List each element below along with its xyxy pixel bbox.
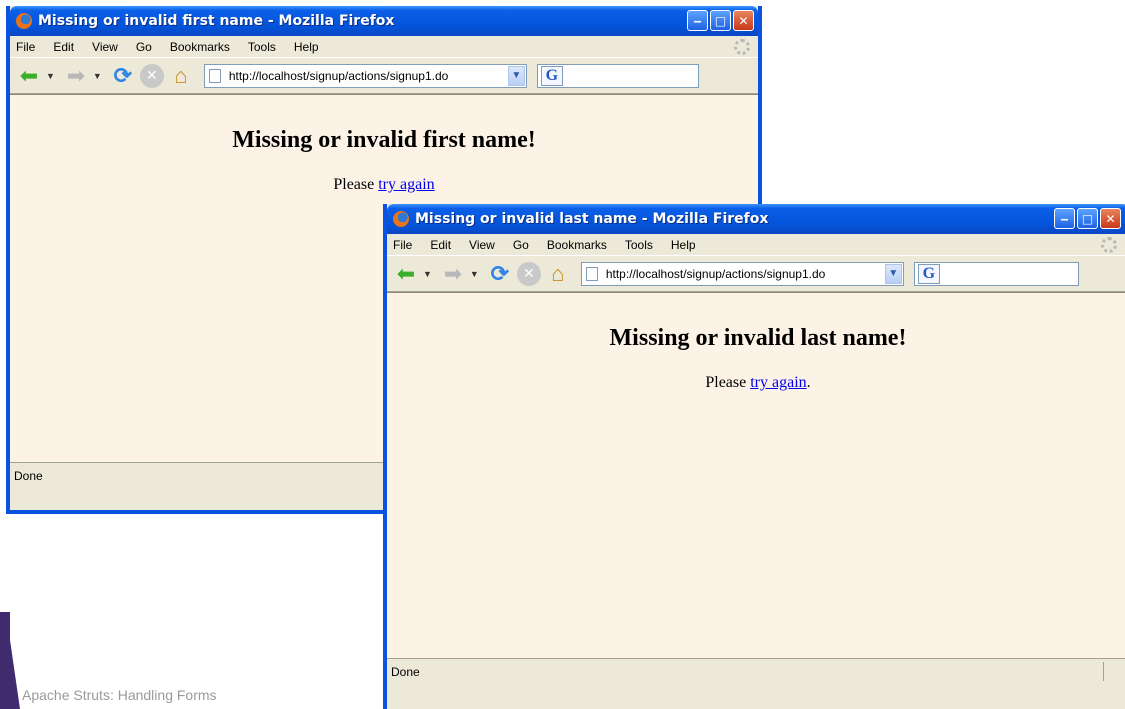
firefox-icon bbox=[393, 211, 409, 227]
status-text: Done bbox=[391, 664, 420, 679]
close-button[interactable]: ✕ bbox=[733, 10, 754, 31]
menu-file[interactable]: File bbox=[16, 40, 35, 54]
home-icon[interactable]: ⌂ bbox=[545, 261, 571, 287]
url-field[interactable]: http://localhost/signup/actions/signup1.… bbox=[580, 261, 904, 286]
menu-help[interactable]: Help bbox=[671, 238, 696, 252]
menu-edit[interactable]: Edit bbox=[430, 238, 451, 252]
menu-tools[interactable]: Tools bbox=[625, 238, 653, 252]
menu-help[interactable]: Help bbox=[294, 40, 319, 54]
search-field[interactable]: G bbox=[536, 63, 699, 88]
menu-file[interactable]: File bbox=[393, 238, 412, 252]
reload-icon[interactable]: ⟳ bbox=[487, 261, 513, 287]
forward-arrow-icon[interactable]: ➡ bbox=[440, 261, 466, 287]
try-again-link[interactable]: try again bbox=[378, 176, 434, 193]
google-icon[interactable]: G bbox=[540, 65, 563, 86]
slide-footer: Apache Struts: Handling Forms bbox=[22, 687, 217, 703]
page-icon bbox=[208, 68, 221, 83]
page-content: Missing or invalid last name! Please try… bbox=[387, 292, 1125, 658]
page-icon bbox=[585, 266, 598, 281]
menu-bar: File Edit View Go Bookmarks Tools Help bbox=[387, 234, 1125, 256]
minimize-button[interactable]: ‒ bbox=[1054, 208, 1075, 229]
retry-message: Please try again. bbox=[705, 374, 811, 391]
menu-bar: File Edit View Go Bookmarks Tools Help bbox=[10, 36, 758, 58]
menu-view[interactable]: View bbox=[469, 238, 495, 252]
back-arrow-icon[interactable]: ⬅ bbox=[393, 261, 419, 287]
forward-dropdown[interactable]: ▼ bbox=[470, 269, 479, 279]
search-field[interactable]: G bbox=[913, 261, 1079, 286]
back-dropdown[interactable]: ▼ bbox=[46, 71, 55, 81]
maximize-button[interactable]: □ bbox=[710, 10, 731, 31]
browser-window-last-name: Missing or invalid last name - Mozilla F… bbox=[383, 204, 1125, 709]
minimize-button[interactable]: ‒ bbox=[687, 10, 708, 31]
reload-icon[interactable]: ⟳ bbox=[110, 63, 136, 89]
url-text: http://localhost/signup/actions/signup1.… bbox=[605, 266, 826, 281]
forward-arrow-icon[interactable]: ➡ bbox=[63, 63, 89, 89]
resize-grip[interactable] bbox=[1103, 662, 1121, 681]
stop-icon[interactable]: ✕ bbox=[139, 63, 164, 88]
retry-message: Please try again bbox=[333, 176, 435, 193]
try-again-link[interactable]: try again bbox=[750, 374, 806, 391]
menu-go[interactable]: Go bbox=[513, 238, 529, 252]
google-icon[interactable]: G bbox=[917, 263, 940, 284]
window-title: Missing or invalid first name - Mozilla … bbox=[38, 13, 395, 29]
url-text: http://localhost/signup/actions/signup1.… bbox=[228, 68, 449, 83]
menu-edit[interactable]: Edit bbox=[53, 40, 74, 54]
navigation-toolbar: ⬅ ▼ ➡ ▼ ⟳ ✕ ⌂ http://localhost/signup/ac… bbox=[10, 58, 758, 94]
menu-bookmarks[interactable]: Bookmarks bbox=[170, 40, 230, 54]
url-dropdown[interactable]: ▼ bbox=[884, 263, 902, 284]
maximize-button[interactable]: □ bbox=[1077, 208, 1098, 229]
url-dropdown[interactable]: ▼ bbox=[507, 65, 525, 86]
menu-view[interactable]: View bbox=[92, 40, 118, 54]
forward-dropdown[interactable]: ▼ bbox=[93, 71, 102, 81]
status-bar: Done bbox=[387, 658, 1125, 684]
status-text: Done bbox=[14, 468, 43, 483]
home-icon[interactable]: ⌂ bbox=[168, 63, 194, 89]
url-field[interactable]: http://localhost/signup/actions/signup1.… bbox=[203, 63, 527, 88]
firefox-icon bbox=[16, 13, 32, 29]
menu-go[interactable]: Go bbox=[136, 40, 152, 54]
menu-tools[interactable]: Tools bbox=[248, 40, 276, 54]
menu-bookmarks[interactable]: Bookmarks bbox=[547, 238, 607, 252]
throbber-icon bbox=[1101, 237, 1117, 253]
throbber-icon bbox=[734, 39, 750, 55]
slide-accent-shape bbox=[0, 612, 20, 709]
close-button[interactable]: ✕ bbox=[1100, 208, 1121, 229]
back-dropdown[interactable]: ▼ bbox=[423, 269, 432, 279]
error-heading: Missing or invalid last name! bbox=[609, 325, 907, 351]
navigation-toolbar: ⬅ ▼ ➡ ▼ ⟳ ✕ ⌂ http://localhost/signup/ac… bbox=[387, 256, 1125, 292]
title-bar[interactable]: Missing or invalid last name - Mozilla F… bbox=[387, 204, 1125, 234]
back-arrow-icon[interactable]: ⬅ bbox=[16, 63, 42, 89]
error-heading: Missing or invalid first name! bbox=[232, 127, 536, 153]
title-bar[interactable]: Missing or invalid first name - Mozilla … bbox=[10, 6, 758, 36]
stop-icon[interactable]: ✕ bbox=[516, 261, 541, 286]
window-title: Missing or invalid last name - Mozilla F… bbox=[415, 211, 769, 227]
